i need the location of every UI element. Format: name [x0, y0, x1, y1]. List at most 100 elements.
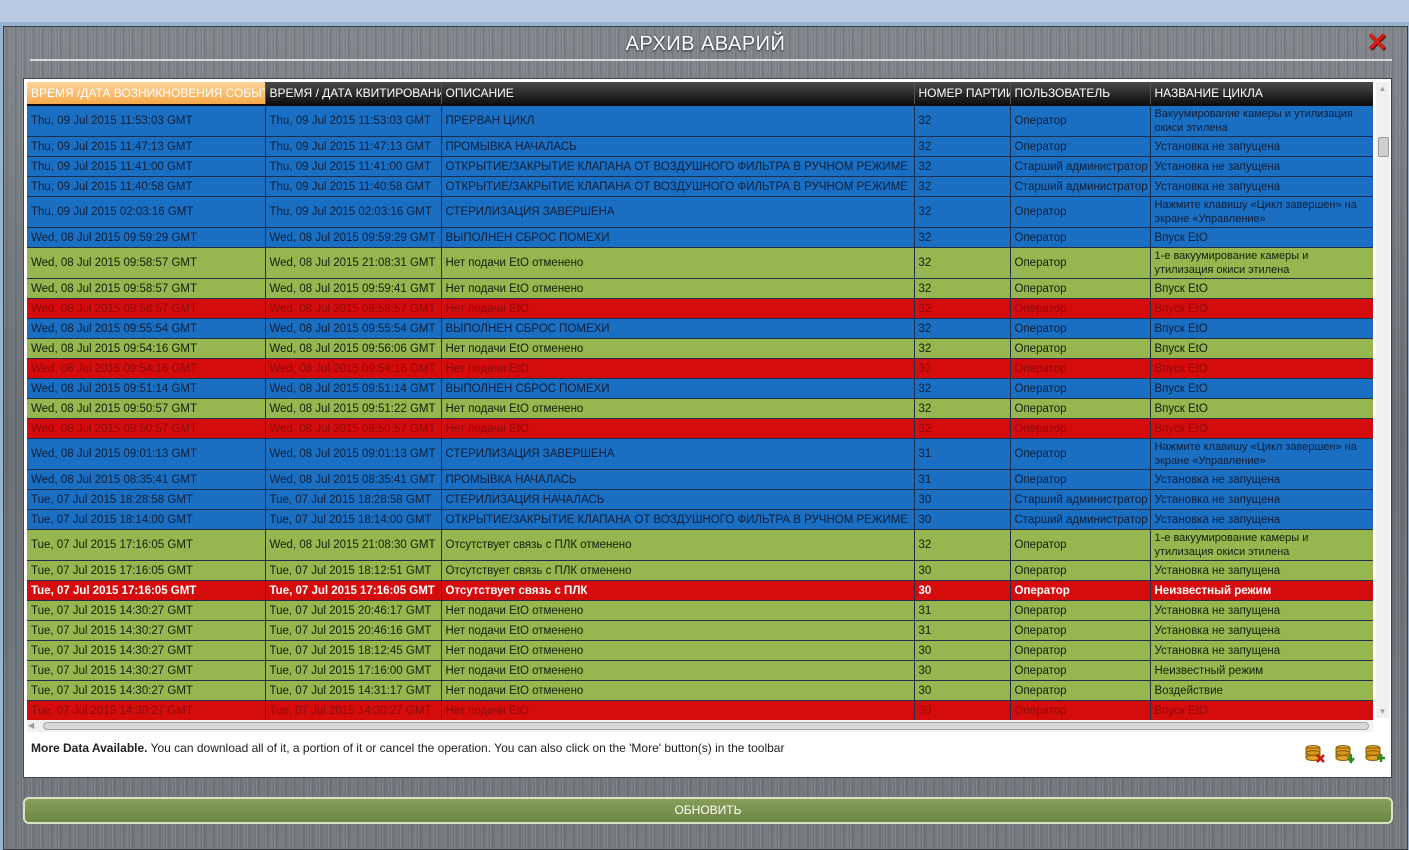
column-header-event-time[interactable]: ВРЕМЯ /ДАТА ВОЗНИКНОВЕНИЯ СОБЫТИЯ [27, 82, 266, 106]
cycle-name-cell: 1-е вакуумирование камеры и утилизация о… [1150, 247, 1373, 279]
cycle-name-cell: Впуск EtO [1150, 298, 1373, 319]
column-header-cycle-name[interactable]: НАЗВАНИЕ ЦИКЛА [1150, 82, 1373, 106]
batch-number-cell: 32 [914, 227, 1011, 248]
table-row[interactable]: Wed, 08 Jul 2015 08:35:41 GMT Wed, 08 Jul… [27, 469, 1373, 490]
table-row[interactable]: Wed, 08 Jul 2015 09:59:29 GMT Wed, 08 Jul… [27, 227, 1373, 248]
description-cell: ПРОМЫВКА НАЧАЛАСЬ [441, 469, 915, 490]
column-header-batch-number[interactable]: НОМЕР ПАРТИИ [914, 82, 1011, 106]
table-row[interactable]: Tue, 07 Jul 2015 14:30:27 GMT Tue, 07 Jul… [27, 700, 1373, 720]
close-icon[interactable]: ✕ [1366, 29, 1388, 55]
table-row[interactable]: Wed, 08 Jul 2015 09:50:57 GMT Wed, 08 Jul… [27, 418, 1373, 439]
horizontal-scrollbar[interactable]: ◀ [27, 720, 1373, 732]
table-row[interactable]: Tue, 07 Jul 2015 14:30:27 GMT Tue, 07 Jul… [27, 680, 1373, 701]
description-cell: Нет подачи EtO отменено [441, 620, 915, 641]
refresh-button[interactable]: ОБНОВИТЬ [23, 797, 1393, 824]
description-cell: Нет подачи EtO отменено [441, 660, 915, 681]
description-cell: ПРОМЫВКА НАЧАЛАСЬ [441, 136, 915, 157]
table-row[interactable]: Thu, 09 Jul 2015 11:47:13 GMT Thu, 09 Jul… [27, 136, 1373, 157]
user-cell: Старший администратор [1010, 509, 1151, 530]
batch-number-cell: 30 [914, 680, 1011, 701]
database-add-icon[interactable] [1364, 744, 1386, 764]
event-time-cell: Tue, 07 Jul 2015 14:30:27 GMT [27, 620, 266, 641]
ack-time-cell: Tue, 07 Jul 2015 20:46:17 GMT [265, 600, 442, 621]
description-cell: Нет подачи EtO отменено [441, 600, 915, 621]
user-cell: Оператор [1010, 398, 1151, 419]
event-time-cell: Thu, 09 Jul 2015 11:53:03 GMT [27, 105, 266, 137]
table-row[interactable]: Tue, 07 Jul 2015 14:30:27 GMT Tue, 07 Jul… [27, 620, 1373, 641]
table-row[interactable]: Tue, 07 Jul 2015 17:16:05 GMT Wed, 08 Jul… [27, 529, 1373, 561]
database-download-icon[interactable] [1334, 744, 1356, 764]
table-row[interactable]: Tue, 07 Jul 2015 17:16:05 GMT Tue, 07 Jul… [27, 560, 1373, 581]
event-time-cell: Tue, 07 Jul 2015 17:16:05 GMT [27, 529, 266, 561]
event-time-cell: Wed, 08 Jul 2015 09:58:57 GMT [27, 247, 266, 279]
batch-number-cell: 30 [914, 700, 1011, 720]
table-row[interactable]: Wed, 08 Jul 2015 09:01:13 GMT Wed, 08 Jul… [27, 438, 1373, 470]
cycle-name-cell: Впуск EtO [1150, 227, 1373, 248]
batch-number-cell: 30 [914, 560, 1011, 581]
table-row[interactable]: Wed, 08 Jul 2015 09:55:54 GMT Wed, 08 Jul… [27, 318, 1373, 339]
table-row[interactable]: Tue, 07 Jul 2015 18:14:00 GMT Tue, 07 Jul… [27, 509, 1373, 530]
table-row[interactable]: Tue, 07 Jul 2015 14:30:27 GMT Tue, 07 Jul… [27, 600, 1373, 621]
table-row[interactable]: Tue, 07 Jul 2015 14:30:27 GMT Tue, 07 Jul… [27, 640, 1373, 661]
column-header-ack-time[interactable]: ВРЕМЯ / ДАТА КВИТИРОВАНИЯ [265, 82, 442, 106]
user-cell: Оператор [1010, 600, 1151, 621]
description-cell: ОТКРЫТИЕ/ЗАКРЫТИЕ КЛАПАНА ОТ ВОЗДУШНОГО … [441, 156, 915, 177]
ack-time-cell: Thu, 09 Jul 2015 11:40:58 GMT [265, 176, 442, 197]
table-row[interactable]: Thu, 09 Jul 2015 11:40:58 GMT Thu, 09 Jul… [27, 176, 1373, 197]
table-row[interactable]: Wed, 08 Jul 2015 09:50:57 GMT Wed, 08 Jul… [27, 398, 1373, 419]
batch-number-cell: 32 [914, 358, 1011, 379]
column-header-description[interactable]: ОПИСАНИЕ [441, 82, 915, 106]
table-row[interactable]: Wed, 08 Jul 2015 09:58:57 GMT Wed, 08 Jul… [27, 247, 1373, 279]
description-cell: Нет подачи EtO отменено [441, 338, 915, 359]
cycle-name-cell: Установка не запущена [1150, 620, 1373, 641]
cycle-name-cell: Установка не запущена [1150, 156, 1373, 177]
table-row[interactable]: Wed, 08 Jul 2015 09:58:57 GMT Wed, 08 Jul… [27, 278, 1373, 299]
user-cell: Оператор [1010, 700, 1151, 720]
title-divider [30, 59, 1392, 61]
ack-time-cell: Thu, 09 Jul 2015 11:53:03 GMT [265, 105, 442, 137]
top-band [0, 0, 1409, 22]
ack-time-cell: Wed, 08 Jul 2015 09:59:29 GMT [265, 227, 442, 248]
table-row[interactable]: Thu, 09 Jul 2015 11:41:00 GMT Thu, 09 Jul… [27, 156, 1373, 177]
horizontal-scroll-thumb[interactable] [43, 722, 1369, 730]
cycle-name-cell: Установка не запущена [1150, 640, 1373, 661]
table-row[interactable]: Tue, 07 Jul 2015 14:30:27 GMT Tue, 07 Jul… [27, 660, 1373, 681]
table-row[interactable]: Wed, 08 Jul 2015 09:54:16 GMT Wed, 08 Jul… [27, 358, 1373, 379]
ack-time-cell: Wed, 08 Jul 2015 09:55:54 GMT [265, 318, 442, 339]
description-cell: СТЕРИЛИЗАЦИЯ ЗАВЕРШЕНА [441, 196, 915, 228]
table-row[interactable]: Wed, 08 Jul 2015 09:51:14 GMT Wed, 08 Jul… [27, 378, 1373, 399]
event-time-cell: Wed, 08 Jul 2015 08:35:41 GMT [27, 469, 266, 490]
scroll-left-icon[interactable]: ◀ [28, 720, 34, 732]
batch-number-cell: 31 [914, 438, 1011, 470]
cycle-name-cell: Впуск EtO [1150, 358, 1373, 379]
table-row[interactable]: Wed, 08 Jul 2015 09:54:16 GMT Wed, 08 Jul… [27, 338, 1373, 359]
ack-time-cell: Wed, 08 Jul 2015 09:54:16 GMT [265, 358, 442, 379]
vertical-scroll-thumb[interactable] [1378, 137, 1389, 157]
table-row[interactable]: Thu, 09 Jul 2015 11:53:03 GMT Thu, 09 Jul… [27, 105, 1373, 137]
scroll-up-icon[interactable]: ▲ [1376, 82, 1389, 95]
ack-time-cell: Tue, 07 Jul 2015 18:12:51 GMT [265, 560, 442, 581]
column-header-user[interactable]: ПОЛЬЗОВАТЕЛЬ [1010, 82, 1151, 106]
event-time-cell: Wed, 08 Jul 2015 09:58:57 GMT [27, 298, 266, 319]
description-cell: СТЕРИЛИЗАЦИЯ НАЧАЛАСЬ [441, 489, 915, 510]
table-row[interactable]: Thu, 09 Jul 2015 02:03:16 GMT Thu, 09 Jul… [27, 196, 1373, 228]
batch-number-cell: 31 [914, 600, 1011, 621]
batch-number-cell: 32 [914, 136, 1011, 157]
scroll-down-icon[interactable]: ▼ [1376, 705, 1389, 718]
cycle-name-cell: Установка не запущена [1150, 489, 1373, 510]
table-row[interactable]: Tue, 07 Jul 2015 18:28:58 GMT Tue, 07 Jul… [27, 489, 1373, 510]
event-time-cell: Tue, 07 Jul 2015 18:14:00 GMT [27, 509, 266, 530]
batch-number-cell: 30 [914, 509, 1011, 530]
ack-time-cell: Tue, 07 Jul 2015 20:46:16 GMT [265, 620, 442, 641]
table-row[interactable]: Tue, 07 Jul 2015 17:16:05 GMT Tue, 07 Jul… [27, 580, 1373, 601]
table-row[interactable]: Wed, 08 Jul 2015 09:58:57 GMT Wed, 08 Jul… [27, 298, 1373, 319]
database-cancel-icon[interactable] [1304, 744, 1326, 764]
batch-number-cell: 31 [914, 620, 1011, 641]
vertical-scrollbar[interactable]: ▲ ▼ [1376, 82, 1389, 718]
event-time-cell: Wed, 08 Jul 2015 09:50:57 GMT [27, 398, 266, 419]
event-time-cell: Wed, 08 Jul 2015 09:59:29 GMT [27, 227, 266, 248]
ack-time-cell: Wed, 08 Jul 2015 09:56:06 GMT [265, 338, 442, 359]
user-cell: Оператор [1010, 338, 1151, 359]
cycle-name-cell: Впуск EtO [1150, 338, 1373, 359]
ack-time-cell: Wed, 08 Jul 2015 21:08:30 GMT [265, 529, 442, 561]
